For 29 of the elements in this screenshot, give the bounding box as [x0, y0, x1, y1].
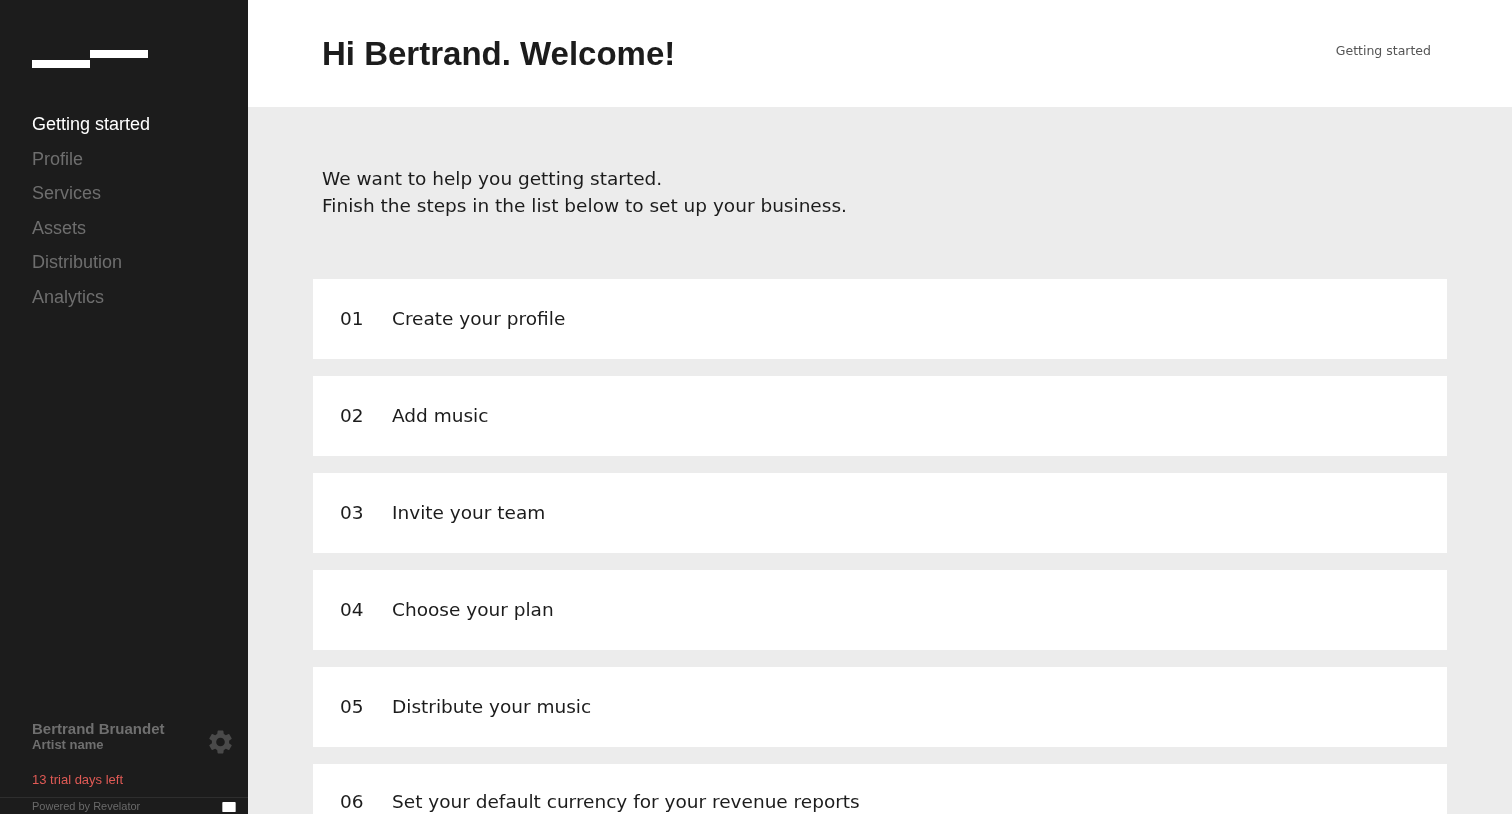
step-card[interactable]: 01 Create your profile — [313, 279, 1447, 359]
nav-item[interactable]: Getting started — [32, 112, 151, 137]
step-label: Choose your plan — [392, 598, 554, 622]
breadcrumb-link[interactable]: Getting started — [1335, 43, 1431, 59]
step-number: 03 — [340, 501, 365, 525]
intro-text: We want to help you getting started. — [322, 167, 664, 191]
square-icon[interactable] — [222, 801, 236, 812]
step-label: Set your default currency for your revenue reports — [392, 790, 860, 814]
user-name: Bertrand Bruandet — [32, 719, 165, 737]
step-number: 01 — [340, 307, 365, 331]
step-number: 02 — [340, 404, 365, 428]
step-label: Invite your team — [392, 501, 546, 525]
step-card[interactable]: 05 Distribute your music — [313, 667, 1447, 747]
step-card[interactable]: 04 Choose your plan — [313, 570, 1447, 650]
page-title: Hi Bertrand. Welcome! — [322, 34, 676, 74]
step-label: Add music — [392, 404, 489, 428]
trial-notice: 13 trial days left — [32, 772, 124, 788]
logo-icon — [32, 50, 148, 68]
step-number: 04 — [340, 598, 365, 622]
powered-by-text: Powered by Revelator — [32, 800, 141, 813]
step-card[interactable]: 02 Add music — [313, 376, 1447, 456]
step-number: 05 — [340, 695, 365, 719]
step-card[interactable]: 03 Invite your team — [313, 473, 1447, 553]
step-label: Create your profile — [392, 307, 566, 331]
user-role: Artist name — [32, 736, 104, 753]
intro-text: Finish the steps in the list below to set up your business. — [322, 194, 848, 218]
step-card[interactable]: 06 Set your default currency for your revenue reports — [313, 764, 1447, 814]
step-number: 06 — [340, 790, 365, 814]
step-label: Distribute your music — [392, 695, 592, 719]
